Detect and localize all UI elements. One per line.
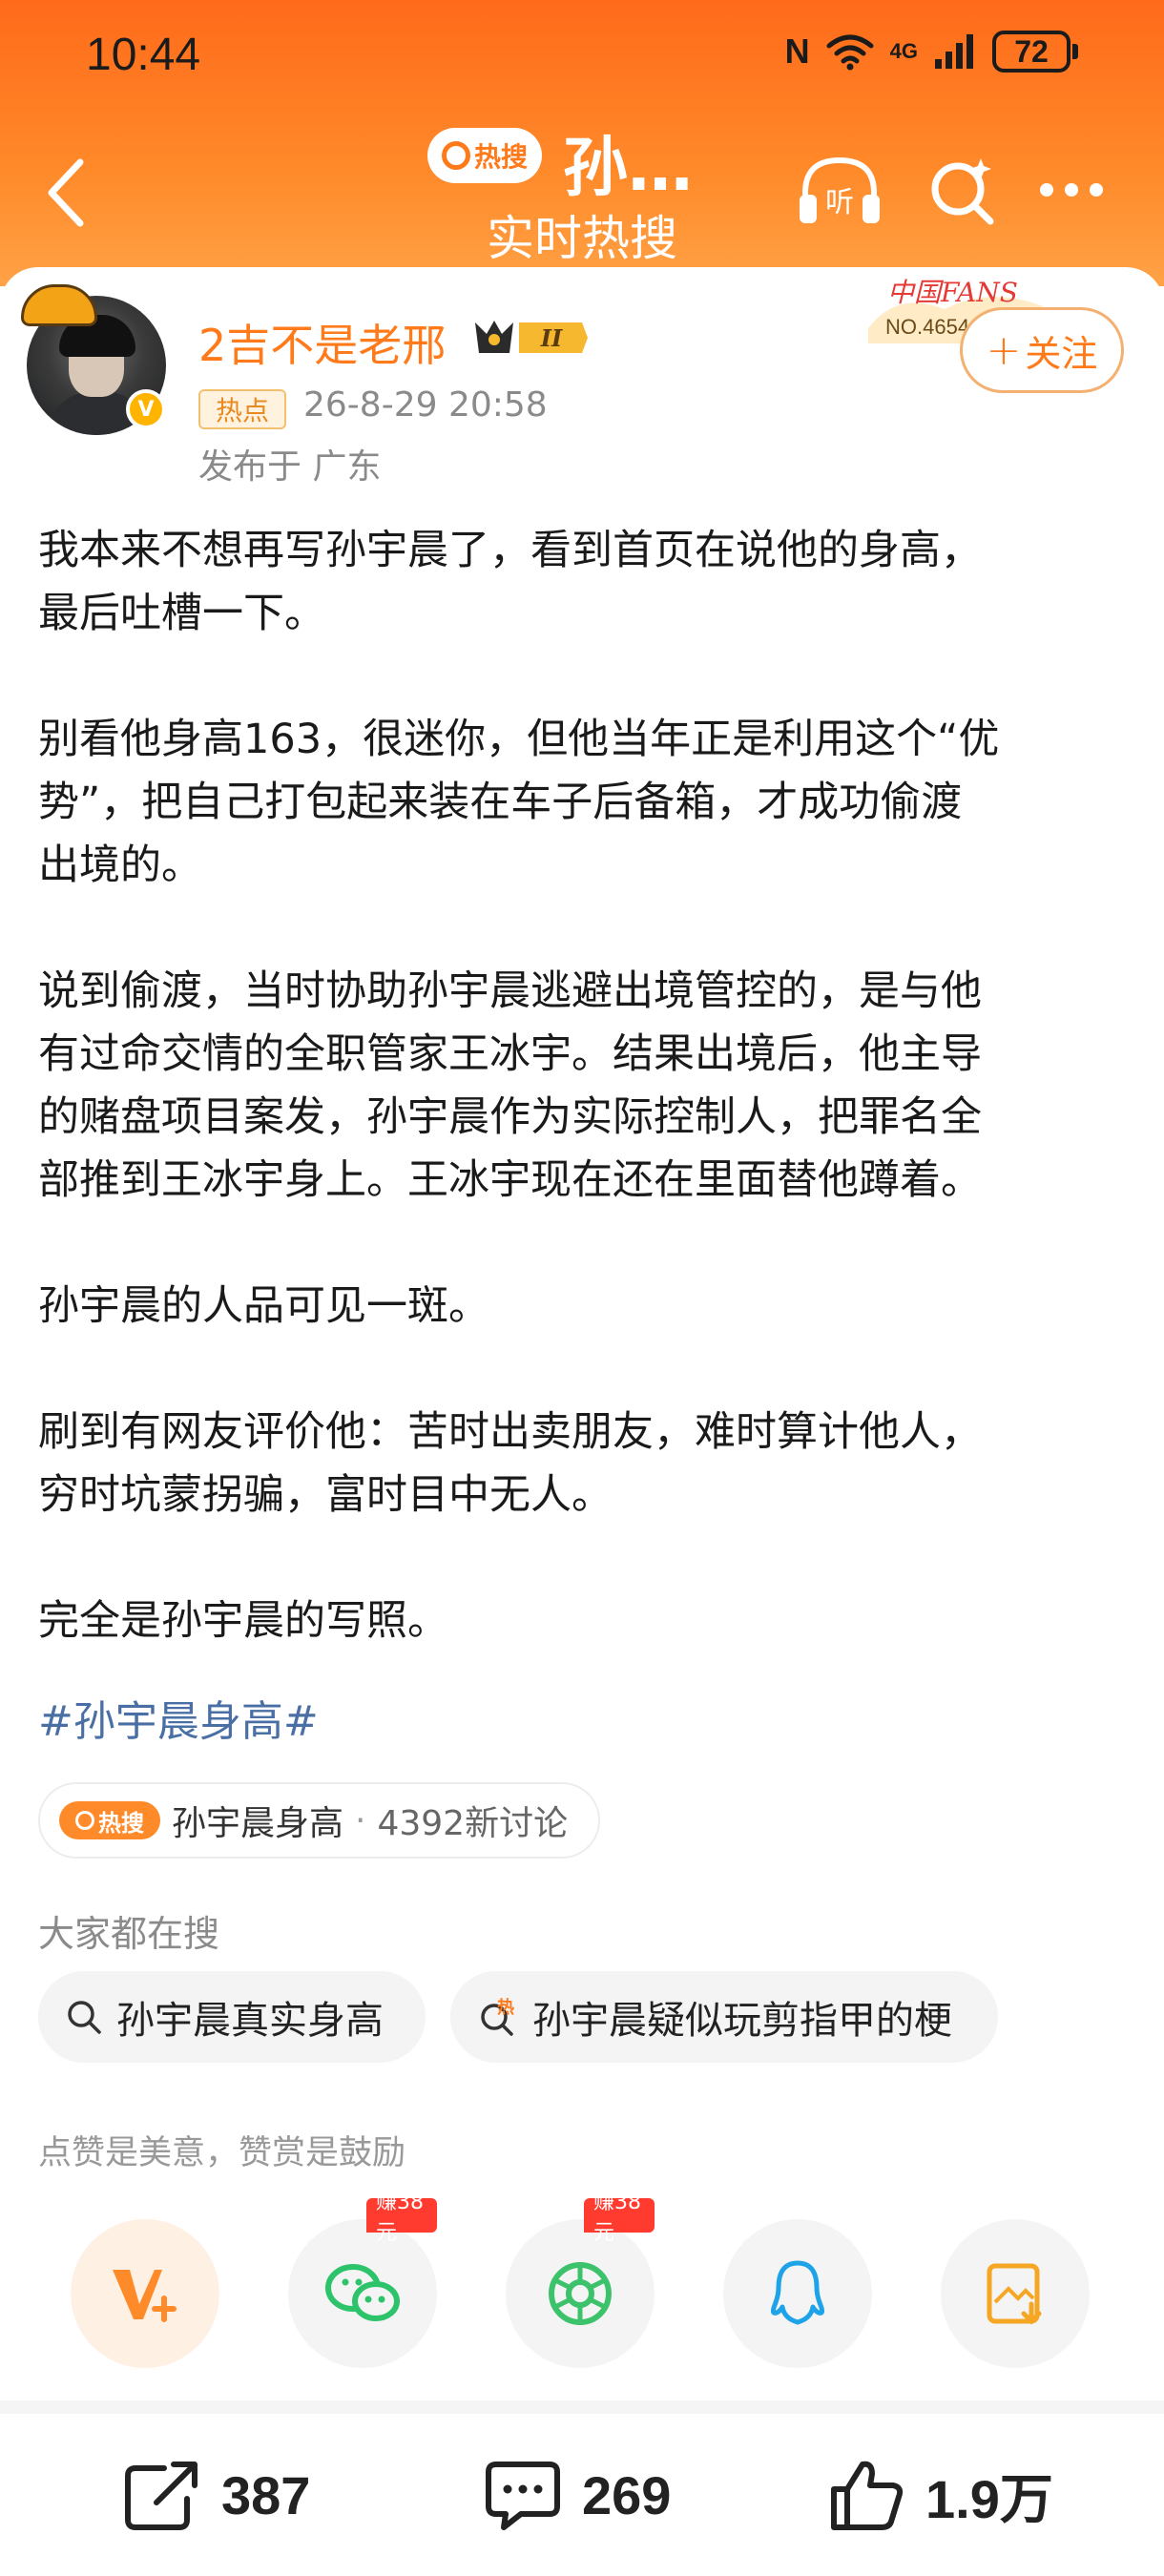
bottom-action-bar: 387 269 1.9万 xyxy=(0,2414,1164,2576)
svg-text:中国FANS: 中国FANS xyxy=(887,277,1018,308)
post-line: 穷时坑蒙拐骗，富时目中无人。 xyxy=(38,1471,613,1519)
hot-search-badge-label: 热搜 xyxy=(473,141,528,173)
comment-button[interactable]: 269 xyxy=(483,2414,671,2576)
save-image-button[interactable] xyxy=(941,2219,1090,2368)
topic-name: 孙宇晨身高 xyxy=(172,1804,344,1843)
status-bar: 10:44 N 4G 72 xyxy=(0,0,1164,114)
share-moments-button[interactable]: 赚38元 xyxy=(506,2191,655,2368)
save-image-icon xyxy=(987,2263,1042,2325)
status-time: 10:44 xyxy=(86,30,201,80)
post-time: 26-8-29 20:58 xyxy=(303,385,548,425)
battery-tip xyxy=(1072,44,1078,59)
post-line: 别看他身高163，很迷你，但他当年正是利用这个“优 xyxy=(38,716,1000,763)
search-icon[interactable] xyxy=(925,153,1002,229)
hot-search-badge: 热搜 xyxy=(427,128,542,183)
wifi-icon xyxy=(826,34,874,71)
search-suggestion-chip[interactable]: 热 孙宇晨疑似玩剪指甲的梗 xyxy=(450,1971,998,2063)
like-count: 1.9万 xyxy=(925,2468,1053,2529)
svg-text:NO.4654: NO.4654 xyxy=(885,315,969,339)
post-line: 最后吐槽一下。 xyxy=(38,590,325,637)
vip-crown-badge-icon: II xyxy=(475,321,588,353)
post-location: 发布于 广东 xyxy=(198,447,382,487)
hashtag-link[interactable]: #孙宇晨身高# xyxy=(38,1687,319,1748)
post-line: 刷到有网友评价他：苦时出卖朋友，难时算计他人， xyxy=(38,1408,982,1456)
repost-count: 387 xyxy=(221,2464,311,2525)
comment-icon xyxy=(486,2462,560,2530)
signal-strength-icon xyxy=(935,34,973,69)
status-icons: N 4G 72 xyxy=(785,31,1078,73)
search-suggestion-chip[interactable]: 孙宇晨真实身高 xyxy=(38,1971,426,2063)
repost-icon xyxy=(125,2462,197,2530)
mini-badge-label: 热搜 xyxy=(98,1809,144,1837)
header: 10:44 N 4G 72 热搜 孙… 实时热搜 听 xyxy=(0,0,1164,286)
search-suggestion-label: 孙宇晨真实身高 xyxy=(116,1999,384,2043)
post-line: 部推到王冰宇身上。王冰宇现在还在里面替他蹲着。 xyxy=(38,1156,982,1204)
follow-button[interactable]: + 关注 xyxy=(960,307,1124,393)
topic-discussion-count: 4392新讨论 xyxy=(377,1804,569,1843)
author-avatar[interactable]: V xyxy=(21,284,166,435)
hot-tag: 热点 xyxy=(198,389,286,429)
svg-text:热: 热 xyxy=(497,1997,514,2018)
thumbs-up-icon xyxy=(831,2461,904,2530)
everyone-searching-label: 大家都在搜 xyxy=(38,1913,220,1955)
reward-v-icon xyxy=(113,2270,177,2322)
like-button[interactable]: 1.9万 xyxy=(826,2414,1053,2576)
comment-count: 269 xyxy=(582,2464,672,2525)
qq-icon xyxy=(770,2260,825,2325)
encourage-text: 点赞是美意，赞赏是鼓励 xyxy=(38,2134,406,2172)
battery-icon: 72 xyxy=(992,31,1078,73)
share-wechat-button[interactable]: 赚38元 xyxy=(288,2191,437,2368)
more-options-icon[interactable] xyxy=(1040,183,1103,197)
hot-topic-chip[interactable]: 热搜 孙宇晨身高 · 4392新讨论 xyxy=(38,1782,601,1859)
listen-headphones-icon[interactable]: 听 xyxy=(794,153,885,229)
post-line: 说到偷渡，当时协助孙宇晨逃避出境管控的，是与他 xyxy=(38,967,982,1015)
share-row: 赚38元 赚38元 xyxy=(0,2191,1164,2372)
post-line: 的赌盘项目案发，孙宇晨作为实际控制人，把罪名全 xyxy=(38,1093,982,1141)
post-body: 我本来不想再写孙宇晨了，看到首页在说他的身高， 最后吐槽一下。 别看他身高163… xyxy=(38,519,1135,1652)
post-line: 有过命交情的全职管家王冰宇。结果出境后，他主导 xyxy=(38,1030,982,1078)
search-icon xyxy=(75,1811,94,1830)
post-line: 孙宇晨的人品可见一斑。 xyxy=(38,1282,489,1330)
search-icon xyxy=(441,141,470,170)
moments-icon xyxy=(549,2262,612,2325)
svg-text:II: II xyxy=(540,324,563,352)
post-line: 出境的。 xyxy=(38,841,202,889)
post-line: 完全是孙宇晨的写照。 xyxy=(38,1597,448,1645)
nfc-icon: N xyxy=(784,31,810,71)
verified-badge-icon: V xyxy=(126,389,166,429)
plus-icon: + xyxy=(986,325,1022,375)
share-qq-button[interactable] xyxy=(723,2219,872,2368)
repost-button[interactable]: 387 xyxy=(122,2414,310,2576)
search-suggestion-label: 孙宇晨疑似玩剪指甲的梗 xyxy=(532,1999,952,2043)
hot-search-mini-badge: 热搜 xyxy=(59,1801,160,1839)
follow-button-label: 关注 xyxy=(1025,332,1098,375)
earn-tag: 赚38元 xyxy=(584,2191,655,2245)
svg-text:听: 听 xyxy=(825,186,854,219)
divider xyxy=(0,2400,1164,2414)
author-name[interactable]: 2吉不是老邢 xyxy=(198,311,446,374)
top-nav: 热搜 孙… 实时热搜 听 xyxy=(0,114,1164,286)
reward-button[interactable] xyxy=(71,2219,219,2368)
hot-search-icon: 热 xyxy=(481,1997,514,2036)
wechat-icon xyxy=(325,2264,400,2321)
page-title: 孙… xyxy=(563,131,694,206)
post-line: 我本来不想再写孙宇晨了，看到首页在说他的身高， xyxy=(38,527,982,574)
post-line: 势”，把自己打包起来装在车子后备箱，才成功偷渡 xyxy=(38,779,963,826)
search-icon xyxy=(68,2001,101,2034)
earn-tag: 赚38元 xyxy=(366,2191,437,2245)
network-type-label: 4G xyxy=(889,39,918,63)
battery-level: 72 xyxy=(992,31,1070,73)
topic-separator: · xyxy=(355,1800,366,1840)
tiger-avatar-frame-icon xyxy=(21,284,97,326)
post-card: V 2吉不是老邢 II 中国FANS NO.4654 + 关注 热点 26-8-… xyxy=(0,267,1164,2576)
